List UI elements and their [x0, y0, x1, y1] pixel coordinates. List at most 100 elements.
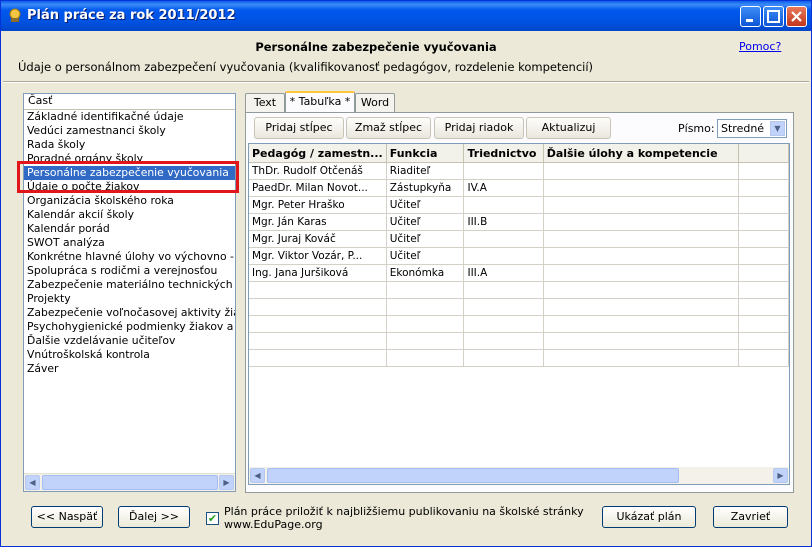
- table-cell[interactable]: [463, 349, 544, 367]
- table-cell[interactable]: [386, 349, 465, 367]
- list-item[interactable]: Rada školy: [24, 138, 235, 152]
- scroll-left-icon[interactable]: ◀: [25, 475, 40, 490]
- table-cell[interactable]: Mgr. Ján Karas: [249, 213, 387, 231]
- column-header[interactable]: Funkcia: [386, 144, 465, 163]
- table-row[interactable]: [249, 349, 789, 367]
- table-cell[interactable]: [543, 264, 739, 282]
- close-button[interactable]: Zavrieť: [713, 506, 788, 528]
- column-header[interactable]: Pedagóg / zamestn...: [249, 144, 387, 163]
- minimize-button[interactable]: [740, 6, 761, 27]
- table-row[interactable]: Mgr. Peter Hraško Učiteľ: [249, 196, 789, 214]
- table-cell[interactable]: Mgr. Viktor Vozár, P...: [249, 247, 387, 265]
- publish-checkbox[interactable]: ✔: [206, 512, 219, 525]
- font-size-select[interactable]: Stredné ▼: [717, 119, 787, 138]
- list-item[interactable]: Zabezpečenie materiálno technických podm: [24, 278, 235, 292]
- table-cell[interactable]: Ekonómka: [386, 264, 465, 282]
- table-cell[interactable]: Ing. Jana Juršiková: [249, 264, 387, 282]
- add-column-button[interactable]: Pridaj stĺpec: [254, 117, 344, 139]
- table-cell[interactable]: [463, 196, 544, 214]
- table-cell[interactable]: [543, 230, 739, 248]
- table-cell[interactable]: [543, 213, 739, 231]
- table-cell[interactable]: [463, 247, 544, 265]
- table-cell[interactable]: Mgr. Peter Hraško: [249, 196, 387, 214]
- list-item[interactable]: Spolupráca s rodičmi a verejnosťou: [24, 264, 235, 278]
- maximize-button[interactable]: [763, 6, 784, 27]
- table-cell[interactable]: [543, 281, 739, 299]
- list-item[interactable]: Ďalšie vzdelávanie učiteľov: [24, 334, 235, 348]
- refresh-button[interactable]: Aktualizuj: [526, 117, 611, 139]
- table-row[interactable]: [249, 281, 789, 299]
- list-item[interactable]: Záver: [24, 362, 235, 376]
- table-cell[interactable]: Učiteľ: [386, 230, 465, 248]
- table-cell[interactable]: Zástupkyňa: [386, 179, 465, 197]
- table-cell[interactable]: IV.A: [463, 179, 544, 197]
- table-cell[interactable]: Učiteľ: [386, 213, 465, 231]
- table-cell[interactable]: ThDr. Rudolf Otčenáš: [249, 162, 387, 180]
- table-cell[interactable]: [386, 315, 465, 333]
- list-item[interactable]: Projekty: [24, 292, 235, 306]
- list-item[interactable]: SWOT analýza: [24, 236, 235, 250]
- table-row[interactable]: PaedDr. Milan Novot... Zástupkyňa IV.A: [249, 179, 789, 197]
- table-row[interactable]: [249, 315, 789, 333]
- table-cell[interactable]: [463, 281, 544, 299]
- table-cell[interactable]: [543, 349, 739, 367]
- tab-text[interactable]: Text: [245, 93, 285, 112]
- table-cell[interactable]: Učiteľ: [386, 196, 465, 214]
- list-item[interactable]: Kalendár porád: [24, 222, 235, 236]
- table-horizontal-scrollbar[interactable]: ◀ ▶: [249, 467, 789, 484]
- column-header[interactable]: Ďalšie úlohy a kompetencie: [543, 144, 739, 163]
- table-cell[interactable]: [249, 315, 387, 333]
- table-cell[interactable]: [543, 247, 739, 265]
- table-cell[interactable]: [463, 315, 544, 333]
- table-cell[interactable]: [386, 281, 465, 299]
- list-item[interactable]: Psychohygienické podmienky žiakov a učit…: [24, 320, 235, 334]
- table-cell[interactable]: III.B: [463, 213, 544, 231]
- table-cell[interactable]: [543, 298, 739, 316]
- list-item[interactable]: Kalendár akcií školy: [24, 208, 235, 222]
- table-cell[interactable]: Mgr. Juraj Kováč: [249, 230, 387, 248]
- table-row[interactable]: [249, 332, 789, 350]
- next-button[interactable]: Ďalej >>: [118, 506, 190, 528]
- back-button[interactable]: << Naspäť: [31, 506, 103, 528]
- scroll-right-icon[interactable]: ▶: [773, 468, 788, 483]
- delete-column-button[interactable]: Zmaž stĺpec: [346, 117, 431, 139]
- scroll-right-icon[interactable]: ▶: [219, 475, 234, 490]
- table-row[interactable]: Mgr. Ján Karas Učiteľ III.B: [249, 213, 789, 231]
- list-item[interactable]: Vnútroškolská kontrola: [24, 348, 235, 362]
- scroll-thumb[interactable]: [42, 475, 218, 490]
- table-cell[interactable]: [463, 162, 544, 180]
- table-row[interactable]: Mgr. Viktor Vozár, P... Učiteľ: [249, 247, 789, 265]
- table-cell[interactable]: [249, 281, 387, 299]
- table-row[interactable]: Ing. Jana Juršiková Ekonómka III.A: [249, 264, 789, 282]
- table-cell[interactable]: [543, 315, 739, 333]
- list-item[interactable]: Základné identifikačné údaje: [24, 110, 235, 124]
- table-row[interactable]: Mgr. Juraj Kováč Učiteľ: [249, 230, 789, 248]
- staff-table[interactable]: Pedagóg / zamestn... Funkcia Triednictvo…: [248, 143, 790, 485]
- table-cell[interactable]: [543, 162, 739, 180]
- table-cell[interactable]: [543, 332, 739, 350]
- scroll-left-icon[interactable]: ◀: [250, 468, 265, 483]
- table-row[interactable]: ThDr. Rudolf Otčenáš Riaditeľ: [249, 162, 789, 180]
- list-item[interactable]: Konkrétne hlavné úlohy vo výchovno - vzd…: [24, 250, 235, 264]
- table-cell[interactable]: Učiteľ: [386, 247, 465, 265]
- title-bar[interactable]: Plán práce za rok 2011/2012: [1, 1, 811, 31]
- scroll-thumb[interactable]: [267, 468, 679, 483]
- list-item[interactable]: Zabezpečenie voľnočasovej aktivity žiako…: [24, 306, 235, 320]
- table-cell[interactable]: [463, 298, 544, 316]
- list-item[interactable]: Vedúci zamestnanci školy: [24, 124, 235, 138]
- table-row[interactable]: [249, 298, 789, 316]
- column-header[interactable]: Triednictvo: [463, 144, 544, 163]
- close-window-button[interactable]: [786, 6, 807, 27]
- list-horizontal-scrollbar[interactable]: ◀ ▶: [24, 473, 235, 491]
- tab-word[interactable]: Word: [355, 93, 395, 112]
- table-cell[interactable]: [386, 332, 465, 350]
- table-cell[interactable]: [463, 332, 544, 350]
- show-plan-button[interactable]: Ukázať plán: [602, 506, 696, 528]
- table-cell[interactable]: PaedDr. Milan Novot...: [249, 179, 387, 197]
- add-row-button[interactable]: Pridaj riadok: [434, 117, 524, 139]
- table-cell[interactable]: [249, 298, 387, 316]
- table-cell[interactable]: III.A: [463, 264, 544, 282]
- table-cell[interactable]: [249, 349, 387, 367]
- tab-table[interactable]: * Tabuľka *: [285, 91, 355, 113]
- table-cell[interactable]: [249, 332, 387, 350]
